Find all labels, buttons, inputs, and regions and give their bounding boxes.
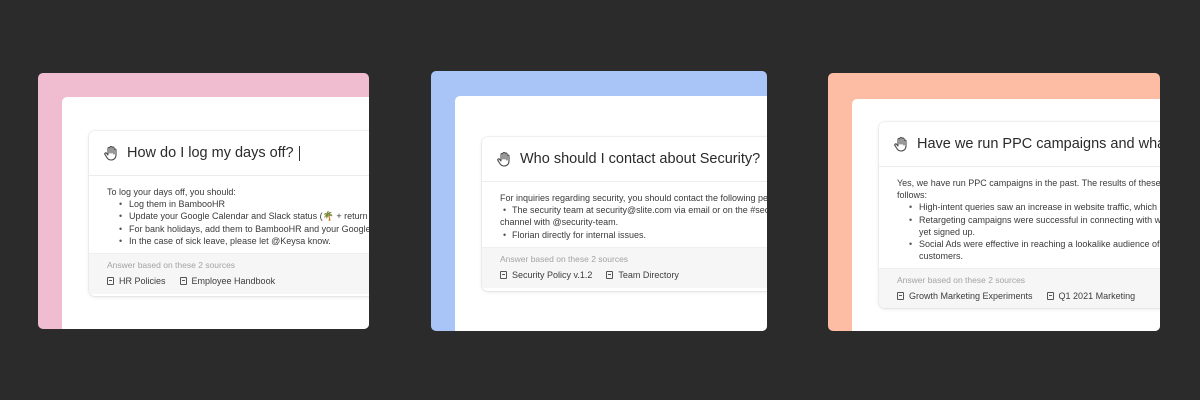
source-title: Team Directory [618,269,679,280]
answer-item: Log them in BambooHR [107,198,361,210]
app-window: How do I log my days off? To log your da… [62,97,369,329]
sources-label: Answer based on these 2 sources [500,253,629,264]
sources-section: Answer based on these 2 sources Growth M… [879,268,1160,308]
answer-item: The security team at security@slite.com … [500,204,767,216]
question-text: Have we run PPC campaigns and what was t… [917,136,1160,152]
source-link[interactable]: Team Directory [606,270,679,280]
source-title: HR Policies [119,276,166,287]
answer-item-continuation: yet signed up. [919,226,976,237]
source-title: Q1 2021 Marketing [1058,291,1136,302]
answer-intro: To log your days off, you should: [107,187,236,197]
text-cursor [298,145,300,161]
answer-intro-continuation: follows: [897,190,928,201]
app-window: Who should I contact about Security? For… [455,96,767,331]
source-link[interactable]: Q1 2021 Marketing [1046,291,1136,302]
answer-body: Yes, we have run PPC campaigns in the pa… [879,167,1160,268]
answer-list: High-intent queries saw an increase in w… [897,201,1160,262]
app-window: Have we run PPC campaigns and what was t… [852,99,1160,331]
document-icon [107,277,114,286]
sources-section: Answer based on these 2 sources HR Polic… [89,253,369,295]
answer-item: High-intent queries saw an increase in w… [897,201,1160,213]
answer-body: For inquiries regarding security, you sh… [482,182,767,247]
source-link[interactable]: Employee Handbook [179,276,276,287]
example-panel-ppc: Have we run PPC campaigns and what was t… [828,73,1160,331]
source-title: Growth Marketing Experiments [909,291,1033,302]
document-icon [897,292,904,301]
source-link[interactable]: Security Policy v.1.2 [500,270,592,280]
question-input[interactable]: Have we run PPC campaigns and what was t… [879,122,1160,167]
hand-wave-icon [894,136,907,152]
source-title: Employee Handbook [191,276,276,287]
answer-list: The security team at security@slite.com … [500,204,767,241]
answer-item: For bank holidays, add them to BambooHR … [107,223,369,235]
answer-item: Update your Google Calendar and Slack st… [107,210,369,222]
sources-label: Answer based on these 2 sources [897,275,1026,286]
source-link[interactable]: HR Policies [107,276,166,286]
question-input[interactable]: How do I log my days off? [89,131,369,176]
answer-item: In the case of sick leave, please let @K… [107,235,361,247]
source-list: Growth Marketing Experiments Q1 2021 Mar… [897,291,1151,301]
answer-list: Log them in BambooHR Update your Google … [107,198,369,247]
example-panel-security: Who should I contact about Security? For… [431,71,767,331]
ask-card: Have we run PPC campaigns and what was t… [879,122,1160,308]
answer-item: Retargeting campaigns were successful in… [897,214,1160,226]
answer-item-continuation: customers. [919,251,964,262]
answer-intro: Yes, we have run PPC campaigns in the pa… [897,178,1160,188]
answer-item: Florian directly for internal issues. [500,229,754,241]
example-panel-days-off: How do I log my days off? To log your da… [38,73,369,329]
answer-body: To log your days off, you should: Log th… [89,176,369,253]
question-text: How do I log my days off? [127,145,294,161]
sources-label: Answer based on these 2 sources [107,260,236,271]
sources-section: Answer based on these 2 sources Security… [482,246,767,288]
answer-item-continuation: channel with @security-team. [500,217,619,228]
source-title: Security Policy v.1.2 [512,269,593,280]
question-input[interactable]: Who should I contact about Security? [482,137,767,182]
source-list: Security Policy v.1.2 Team Directory [500,270,754,280]
question-text: Who should I contact about Security? [520,151,761,167]
source-list: HR Policies Employee Handbook [107,276,361,286]
document-icon [179,277,187,286]
source-link[interactable]: Growth Marketing Experiments [897,291,1033,301]
ask-card: Who should I contact about Security? For… [482,137,767,291]
document-icon [606,270,614,279]
answer-intro: For inquiries regarding security, you sh… [500,193,767,203]
hand-wave-icon [104,145,117,161]
document-icon [500,270,507,279]
ask-card: How do I log my days off? To log your da… [89,131,369,296]
hand-wave-icon [497,151,510,167]
document-icon [1046,292,1054,301]
answer-item: Social Ads were effective in reaching a … [897,238,1160,250]
